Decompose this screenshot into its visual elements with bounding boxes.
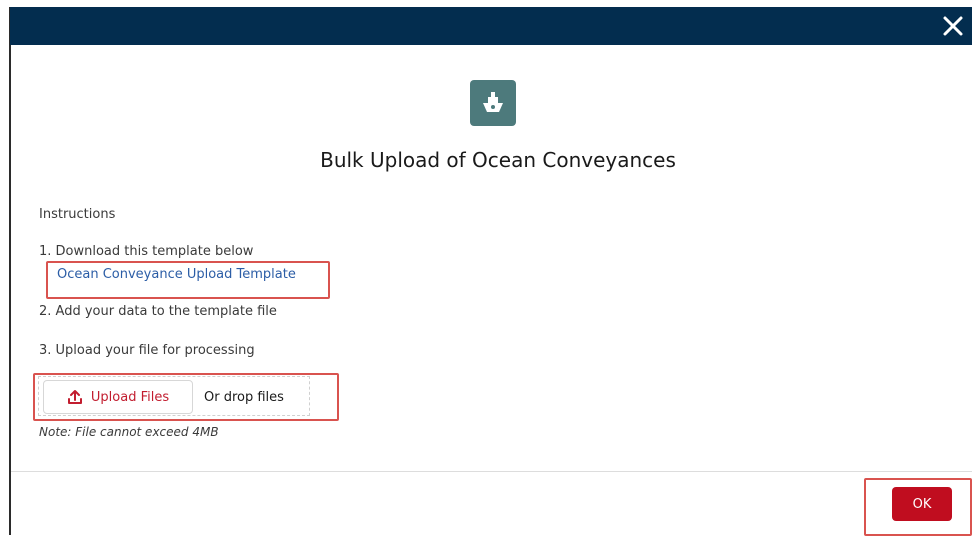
file-size-note: Note: File cannot exceed 4MB	[39, 425, 219, 439]
instruction-step-3: 3. Upload your file for processing	[39, 343, 255, 358]
page-title: Bulk Upload of Ocean Conveyances	[320, 148, 676, 172]
upload-files-button[interactable]: Upload Files	[43, 380, 193, 414]
instruction-step-2: 2. Add your data to the template file	[39, 304, 277, 319]
template-download-link[interactable]: Ocean Conveyance Upload Template	[57, 267, 296, 282]
instructions-heading: Instructions	[39, 207, 116, 222]
close-icon	[943, 16, 963, 36]
modal-header	[10, 7, 972, 45]
footer-divider	[11, 471, 972, 472]
instruction-step-1: 1. Download this template below	[39, 244, 254, 259]
upload-icon	[67, 390, 82, 404]
drop-files-label: Or drop files	[204, 390, 284, 405]
close-button[interactable]	[938, 11, 968, 41]
modal-left-border	[9, 7, 11, 535]
ok-button[interactable]: OK	[892, 487, 952, 521]
upload-files-label: Upload Files	[90, 389, 170, 405]
ship-icon	[470, 80, 516, 126]
